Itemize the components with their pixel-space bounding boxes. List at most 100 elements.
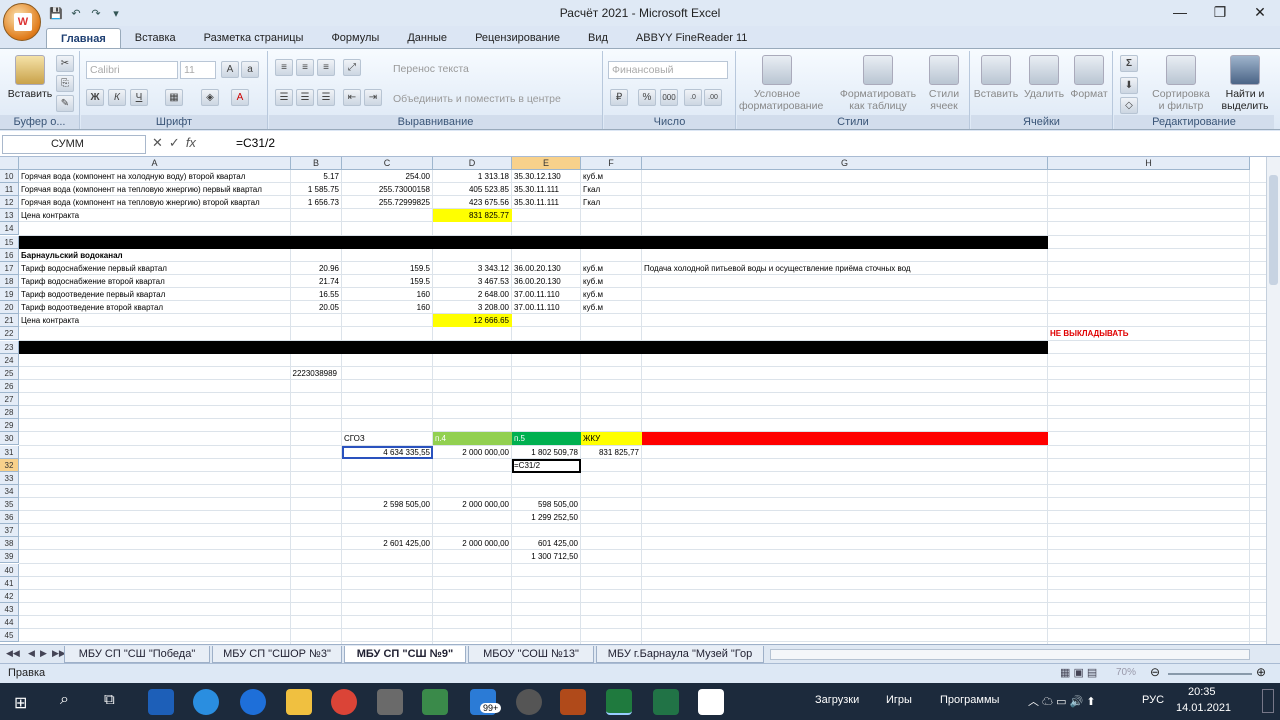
thousands-icon[interactable]: 000 xyxy=(660,89,678,106)
row-header[interactable]: 33 xyxy=(0,471,19,485)
cell-g30[interactable]: Конкурентные xyxy=(642,432,1248,445)
cell-d11[interactable]: 405 523.85 xyxy=(433,183,512,196)
cell-c11[interactable]: 255.73000158 xyxy=(342,183,433,196)
cell-d21[interactable]: 12 666.65 xyxy=(433,314,512,327)
cell-b20[interactable]: 20.05 xyxy=(291,301,342,314)
align-right-icon[interactable]: ☰ xyxy=(317,89,335,106)
tab-insert[interactable]: Вставка xyxy=(121,28,190,48)
underline-icon[interactable]: Ч xyxy=(130,89,148,106)
row-header[interactable]: 26 xyxy=(0,379,19,393)
name-box[interactable]: СУММ xyxy=(2,135,146,154)
row-header[interactable]: 20 xyxy=(0,301,19,315)
row-header[interactable]: 15 xyxy=(0,235,19,249)
row-header[interactable]: 40 xyxy=(0,563,19,577)
cell-d17[interactable]: 3 343.12 xyxy=(433,262,512,275)
calculator-icon[interactable] xyxy=(377,689,403,715)
row-header[interactable]: 16 xyxy=(0,248,19,262)
enter-icon[interactable]: ✓ xyxy=(169,135,180,151)
horizontal-scrollbar[interactable] xyxy=(770,649,1250,660)
orientation-icon[interactable]: ⤢ xyxy=(343,59,361,76)
autosum-icon[interactable]: Σ xyxy=(1120,55,1138,72)
sheet-tab[interactable]: МБОУ "СОШ №13" xyxy=(468,646,594,663)
restore-button[interactable]: ❐ xyxy=(1200,0,1240,24)
column-header[interactable]: D xyxy=(433,157,512,170)
cell-f19[interactable]: куб.м xyxy=(581,288,642,301)
cell-f10[interactable]: куб.м xyxy=(581,170,642,183)
conditional-format-button[interactable]: Условное форматирование xyxy=(739,55,823,112)
row-header[interactable]: 21 xyxy=(0,314,19,328)
cell-c30[interactable]: СГОЗ xyxy=(342,432,433,445)
clear-icon[interactable]: ◇ xyxy=(1120,97,1138,114)
chrome-icon[interactable] xyxy=(331,689,357,715)
zoom-out-icon[interactable]: ⊖ xyxy=(1150,665,1160,679)
wrap-text-button[interactable]: Перенос текста xyxy=(393,63,469,75)
select-all-corner[interactable] xyxy=(0,157,19,170)
word-icon[interactable] xyxy=(516,689,542,715)
cell-e17[interactable]: 36.00.20.130 xyxy=(512,262,581,275)
insert-cells-button[interactable]: Вставить xyxy=(973,55,1019,100)
increase-decimal-icon[interactable]: .0 xyxy=(684,89,702,106)
column-header[interactable]: F xyxy=(581,157,642,170)
cell-e10[interactable]: 35.30.12.130 xyxy=(512,170,581,183)
format-as-table-button[interactable]: Форматировать как таблицу xyxy=(837,55,919,112)
row-header[interactable]: 29 xyxy=(0,419,19,433)
align-top-icon[interactable]: ≡ xyxy=(275,59,293,76)
cell-d13[interactable]: 831 825.77 xyxy=(433,209,512,222)
programs-link[interactable]: Программы xyxy=(940,694,999,706)
excel2-icon[interactable] xyxy=(653,689,679,715)
cell-f18[interactable]: куб.м xyxy=(581,275,642,288)
zoom-level[interactable]: 70% xyxy=(1116,667,1136,678)
close-button[interactable]: ✕ xyxy=(1240,0,1280,24)
increase-indent-icon[interactable]: ⇥ xyxy=(364,89,382,106)
paste-button[interactable]: Вставить xyxy=(6,55,54,100)
tab-abbyy[interactable]: ABBYY FineReader 11 xyxy=(622,28,762,48)
windows-start-icon[interactable]: ⊞ xyxy=(14,693,27,713)
cell-b12[interactable]: 1 656.73 xyxy=(291,196,342,209)
sort-filter-button[interactable]: Сортировка и фильтр xyxy=(1148,55,1214,112)
search-icon[interactable]: ⌕ xyxy=(60,691,69,709)
cancel-icon[interactable]: ✕ xyxy=(152,135,163,151)
cell-c17[interactable]: 159.5 xyxy=(342,262,433,275)
cell-e39[interactable]: 1 300 712,50 xyxy=(512,550,581,563)
row-header[interactable]: 37 xyxy=(0,524,19,538)
italic-icon[interactable]: К xyxy=(108,89,126,106)
worksheet-grid[interactable]: A B C D E F G H 10 11 12 13 14 15 16 17 18 19 20 21 22 23 24 25… xyxy=(0,157,1266,644)
number-format-select[interactable]: Финансовый xyxy=(608,61,728,79)
font-name-select[interactable]: Calibri xyxy=(86,61,178,79)
cell-a13[interactable]: Цена контракта xyxy=(19,209,491,222)
row-header[interactable]: 25 xyxy=(0,366,19,380)
cell-e19[interactable]: 37.00.11.110 xyxy=(512,288,581,301)
cell-c10[interactable]: 254.00 xyxy=(342,170,433,183)
sheet-tab[interactable]: МБУ СП "СШ "Победа" xyxy=(64,646,210,663)
row-header[interactable]: 43 xyxy=(0,602,19,616)
cell-c18[interactable]: 159.5 xyxy=(342,275,433,288)
tab-review[interactable]: Рецензирование xyxy=(461,28,574,48)
cell-d12[interactable]: 423 675.56 xyxy=(433,196,512,209)
align-center-icon[interactable]: ☰ xyxy=(296,89,314,106)
cell-d10[interactable]: 1 313.18 xyxy=(433,170,512,183)
cell-b25[interactable]: 2223038989 xyxy=(181,367,340,380)
column-header[interactable]: H xyxy=(1048,157,1250,170)
row-header[interactable]: 35 xyxy=(0,498,19,511)
row-header[interactable]: 14 xyxy=(0,222,19,236)
row-header[interactable]: 30 xyxy=(0,432,19,446)
currency-icon[interactable]: ₽ xyxy=(610,89,628,106)
cell-e18[interactable]: 36.00.20.130 xyxy=(512,275,581,288)
ie-icon[interactable] xyxy=(240,689,266,715)
row-header[interactable]: 18 xyxy=(0,274,19,288)
font-size-select[interactable]: 11 xyxy=(180,61,216,79)
cell-b19[interactable]: 16.55 xyxy=(291,288,342,301)
cell-d20[interactable]: 3 208.00 xyxy=(433,301,512,314)
row-header[interactable]: 34 xyxy=(0,484,19,498)
row-header[interactable]: 42 xyxy=(0,589,19,603)
decrease-indent-icon[interactable]: ⇤ xyxy=(343,89,361,106)
cell-d35[interactable]: 2 000 000,00 xyxy=(433,498,512,511)
explorer-icon[interactable] xyxy=(286,689,312,715)
grow-font-icon[interactable]: A xyxy=(221,61,239,78)
row-header[interactable]: 10 xyxy=(0,170,19,183)
tab-page-layout[interactable]: Разметка страницы xyxy=(190,28,318,48)
downloads-link[interactable]: Загрузки xyxy=(815,694,859,706)
row-header[interactable]: 22 xyxy=(0,327,19,341)
cell-e36[interactable]: 1 299 252,50 xyxy=(512,511,581,524)
cell-d30[interactable]: п.4 xyxy=(433,432,512,445)
